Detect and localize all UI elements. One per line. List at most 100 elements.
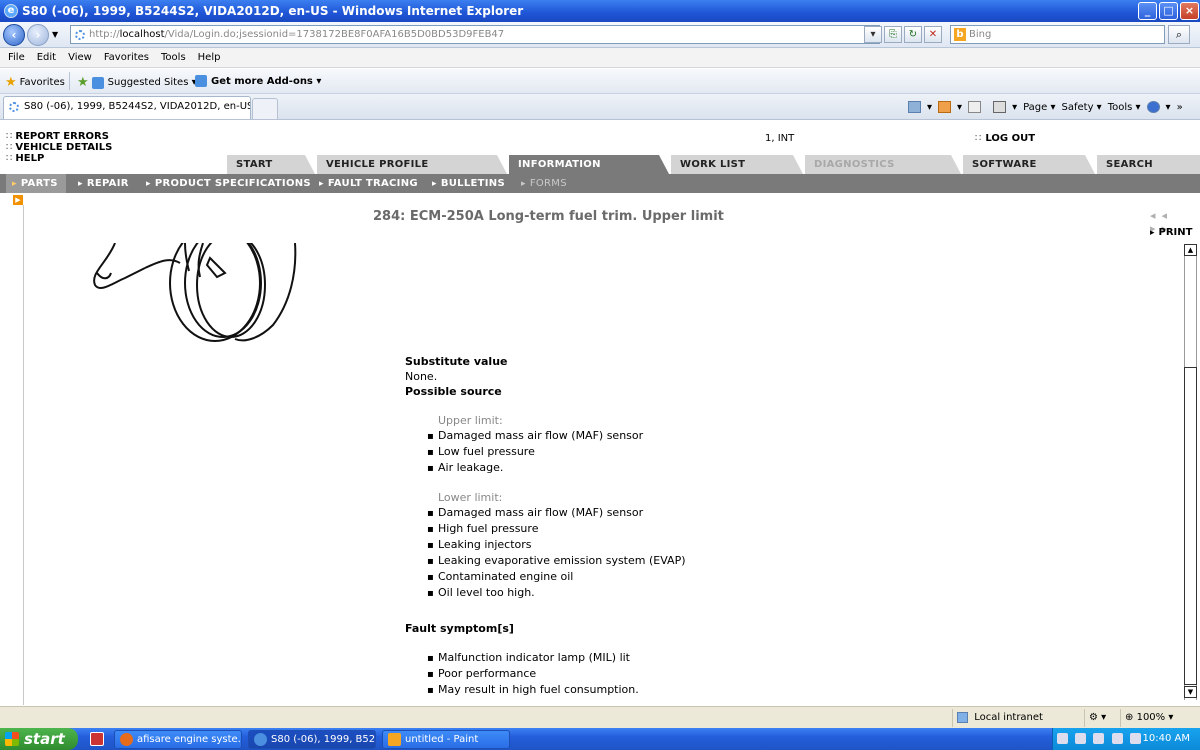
menu-bar: File Edit View Favorites Tools Help [0, 48, 1200, 68]
subnav-fault-tracing[interactable]: FAULT TRACING [319, 174, 418, 193]
list-item: Damaged mass air flow (MAF) sensor [427, 505, 686, 521]
list-item: Leaking evaporative emission system (EVA… [427, 553, 686, 569]
tab-label: SOFTWARE [972, 159, 1037, 170]
sub-navigation: PARTS REPAIR PRODUCT SPECIFICATIONS FAUL… [0, 174, 1200, 193]
start-button[interactable]: start [0, 728, 78, 750]
subnav-bulletins[interactable]: BULLETINS [432, 174, 505, 193]
help-icon[interactable]: ▾ [1146, 101, 1171, 113]
tab-label: WORK LIST [680, 159, 746, 170]
tray-help-icon[interactable] [1057, 732, 1068, 744]
chevron-more-icon[interactable]: » [1177, 102, 1183, 113]
tab-label: DIAGNOSTICS [814, 159, 895, 170]
new-tab-button[interactable] [252, 98, 278, 119]
scroll-down-button[interactable]: ▼ [1184, 686, 1197, 698]
start-label: start [24, 730, 65, 748]
window-title: S80 (-06), 1999, B5244S2, VIDA2012D, en-… [22, 4, 524, 18]
command-bar: ▾ ▾ ▾ Page ▾ Safety ▾ Tools ▾ ▾ » [908, 98, 1189, 116]
suggested-sites-label: Suggested Sites ▾ [107, 77, 197, 88]
close-button[interactable]: × [1180, 2, 1199, 20]
tab-information[interactable]: INFORMATION [509, 155, 669, 174]
list-item: May result in high fuel consumption. [427, 682, 686, 698]
tray-network-icon[interactable] [1075, 732, 1087, 744]
divider [69, 72, 70, 90]
zone-indicator[interactable]: Local intranet [952, 709, 1084, 727]
tab-work-list[interactable]: WORK LIST [671, 155, 803, 174]
addons-icon [195, 75, 207, 87]
zoom-icon: ⊕ [1125, 712, 1134, 723]
taskbar-item-paint[interactable]: untitled - Paint [382, 730, 510, 749]
feeds-icon[interactable]: ▾ [938, 101, 962, 113]
home-icon[interactable]: ▾ [908, 101, 932, 113]
ie-icon [254, 733, 267, 746]
report-errors-link[interactable]: REPORT ERRORS [6, 131, 112, 142]
taskbar-item-firefox[interactable]: afisare engine syste... [114, 730, 242, 749]
tab-software[interactable]: SOFTWARE [963, 155, 1095, 174]
print-link[interactable]: PRINT [1150, 227, 1193, 238]
taskbar-item-label: afisare engine syste... [137, 734, 242, 745]
compatibility-view-icon[interactable]: ⎘ [884, 26, 902, 43]
search-placeholder: Bing [969, 29, 992, 40]
tab-start[interactable]: START [227, 155, 315, 174]
subnav-parts[interactable]: PARTS [6, 174, 66, 193]
logout-link[interactable]: LOG OUT [975, 133, 1035, 144]
tab-label: START [236, 159, 273, 170]
upper-limit-list: Damaged mass air flow (MAF) sensor Low f… [427, 428, 686, 476]
menu-edit[interactable]: Edit [37, 52, 56, 63]
list-item: High fuel pressure [427, 521, 686, 537]
address-input[interactable]: http://localhost/Vida/Login.do;jsessioni… [70, 25, 880, 44]
suggested-sites-button[interactable]: ★ Suggested Sites ▾ [77, 75, 197, 90]
refresh-icon[interactable]: ↻ [904, 26, 922, 43]
menu-tools[interactable]: Tools [161, 52, 186, 63]
safety-menu[interactable]: Safety ▾ [1062, 102, 1102, 113]
tray-volume-icon[interactable] [1093, 732, 1105, 744]
search-button[interactable]: ⌕ [1168, 25, 1190, 44]
taskbar-item-ie[interactable]: S80 (-06), 1999, B52... [248, 730, 376, 749]
scroll-up-button[interactable]: ▲ [1184, 244, 1197, 256]
browser-tab-active[interactable]: S80 (-06), 1999, B5244S2, VIDA2012D, en-… [3, 96, 251, 119]
back-button[interactable]: ‹ [3, 24, 25, 46]
tab-search[interactable]: SEARCH [1097, 155, 1200, 174]
subnav-label: PRODUCT SPECIFICATIONS [154, 178, 311, 189]
menu-file[interactable]: File [8, 52, 25, 63]
get-addons-button[interactable]: Get more Add-ons ▾ [195, 75, 321, 87]
recent-pages-dropdown[interactable]: ▼ [52, 30, 58, 39]
vehicle-details-link[interactable]: VEHICLE DETAILS [6, 142, 112, 153]
taskbar: start afisare engine syste... S80 (-06),… [0, 728, 1200, 750]
help-link[interactable]: HELP [6, 153, 112, 164]
tray-app-icon[interactable] [1129, 732, 1141, 744]
tab-vehicle-profile[interactable]: VEHICLE PROFILE [317, 155, 507, 174]
search-input[interactable]: b Bing [950, 25, 1165, 44]
printer-icon[interactable]: ▾ [993, 101, 1017, 113]
stop-icon[interactable]: ✕ [924, 26, 942, 43]
expand-panel-icon[interactable]: ▶ [13, 195, 23, 205]
favorites-button[interactable]: ★ Favorites [5, 75, 65, 90]
minimize-button[interactable]: _ [1138, 2, 1157, 20]
web-page: REPORT ERRORS VEHICLE DETAILS HELP 1, IN… [0, 121, 1200, 706]
substitute-value: None. [405, 370, 438, 383]
menu-help[interactable]: Help [198, 52, 221, 63]
zoom-control[interactable]: ⊕ 100% ▾ [1120, 709, 1186, 727]
tab-label: VEHICLE PROFILE [326, 159, 429, 170]
taskbar-item-label: untitled - Paint [405, 734, 479, 745]
taskbar-item-label: S80 (-06), 1999, B52... [271, 734, 376, 745]
mail-icon[interactable] [968, 101, 987, 113]
list-item: Malfunction indicator lamp (MIL) lit [427, 650, 686, 666]
subnav-repair[interactable]: REPAIR [78, 174, 129, 193]
menu-favorites[interactable]: Favorites [104, 52, 149, 63]
tools-menu[interactable]: Tools ▾ [1108, 102, 1141, 113]
list-item: Low fuel pressure [427, 444, 686, 460]
scrollbar-thumb[interactable] [1184, 367, 1197, 685]
subnav-product-specifications[interactable]: PRODUCT SPECIFICATIONS [146, 174, 311, 193]
tray-security-icon[interactable] [1111, 732, 1123, 744]
menu-view[interactable]: View [68, 52, 92, 63]
protected-mode-icon[interactable]: ⚙ ▾ [1084, 709, 1120, 727]
page-menu[interactable]: Page ▾ [1023, 102, 1055, 113]
get-addons-label: Get more Add-ons ▾ [211, 75, 322, 87]
address-dropdown-button[interactable]: ▾ [864, 26, 882, 43]
fault-symptoms-list: Malfunction indicator lamp (MIL) lit Poo… [427, 650, 686, 698]
address-toolbar: ‹ › ▼ http://localhost/Vida/Login.do;jse… [0, 22, 1200, 48]
clock: 10:40 AM [1142, 733, 1190, 744]
forward-button[interactable]: › [27, 24, 49, 46]
quick-launch-icon[interactable] [90, 732, 104, 746]
maximize-button[interactable]: □ [1159, 2, 1178, 20]
